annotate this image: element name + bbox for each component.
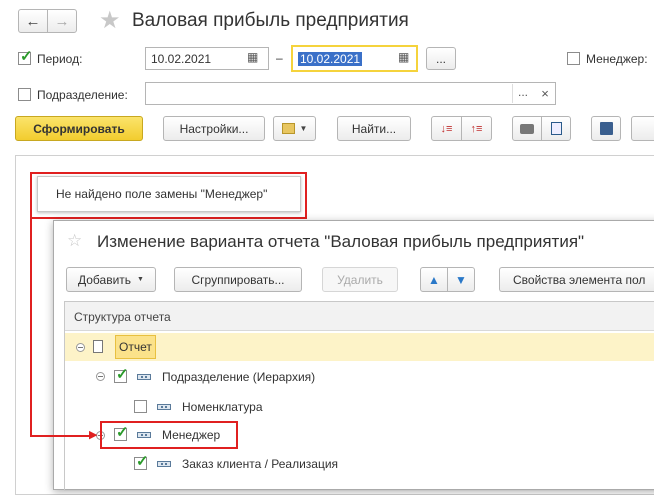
clear-icon[interactable]: ×: [536, 84, 554, 103]
back-button[interactable]: ←: [18, 9, 48, 33]
tree-item-label[interactable]: Заказ клиента / Реализация: [182, 457, 338, 471]
arrow-up-icon: ▲: [428, 272, 440, 287]
extra-button[interactable]: [631, 116, 654, 141]
delete-button[interactable]: Удалить: [322, 267, 398, 292]
arrow-down-icon: ▼: [455, 272, 467, 287]
settings-button[interactable]: Настройки...: [163, 116, 265, 141]
print-preview-button[interactable]: [541, 116, 571, 141]
manager-label: Менеджер:: [586, 52, 648, 66]
manager-checkbox[interactable]: [567, 52, 580, 65]
tree-item-text: Отчет: [119, 340, 152, 354]
printer-icon: [520, 123, 534, 134]
arrow-left-icon: ←: [25, 12, 41, 30]
annotation-line-horizontal: [30, 435, 94, 437]
folder-icon: [281, 123, 295, 134]
tree-item-label[interactable]: Отчет: [115, 335, 156, 359]
subdivision-checkbox[interactable]: [18, 88, 31, 101]
date-from-value: 10.02.2021: [151, 51, 212, 66]
checkmark-icon: ✓: [20, 48, 33, 65]
tree-item-checkbox[interactable]: ✓: [134, 453, 149, 470]
subdivision-select-button[interactable]: ...: [512, 84, 533, 103]
chevron-down-icon: ▼: [137, 276, 144, 283]
move-down-button[interactable]: ▼: [447, 267, 475, 292]
grouping-icon: [157, 404, 171, 410]
sort-asc-icon: ↓≡: [440, 122, 453, 135]
sort-ascending-button[interactable]: ↓≡: [431, 116, 462, 141]
date-to-value: 10.02.2021: [298, 51, 363, 66]
floppy-icon: [599, 122, 613, 135]
print-button[interactable]: [512, 116, 542, 141]
calendar-icon[interactable]: ▦: [247, 50, 258, 64]
tree-item-label[interactable]: Номенклатура: [182, 400, 263, 414]
sort-desc-icon: ↑≡: [470, 122, 483, 135]
date-dash: –: [276, 51, 283, 65]
calendar-icon[interactable]: ▦: [398, 50, 409, 64]
subdivision-input[interactable]: [145, 82, 556, 105]
grouping-icon: [137, 374, 151, 380]
checkmark-icon: ✓: [116, 366, 129, 383]
document-icon: [93, 340, 103, 353]
period-checkbox[interactable]: ✓: [18, 48, 33, 65]
save-button[interactable]: [591, 116, 621, 141]
favorite-star-icon[interactable]: ☆: [67, 231, 82, 251]
collapse-icon[interactable]: [96, 372, 105, 381]
period-select-button[interactable]: ...: [426, 47, 456, 70]
find-button[interactable]: Найти...: [337, 116, 411, 141]
subdivision-label: Подразделение:: [37, 88, 128, 102]
tree-item-checkbox[interactable]: ✓: [114, 366, 129, 383]
checkmark-icon: ✓: [136, 453, 149, 470]
collapse-icon[interactable]: [76, 343, 85, 352]
generate-button[interactable]: Сформировать: [15, 116, 143, 141]
element-properties-button[interactable]: Свойства элемента пол: [499, 267, 654, 292]
group-button[interactable]: Сгруппировать...: [174, 267, 302, 292]
chevron-down-icon: ▼: [299, 124, 308, 133]
tree-item-checkbox[interactable]: [134, 400, 147, 413]
variant-menu-button[interactable]: ▼: [273, 116, 316, 141]
period-label: Период:: [37, 52, 83, 66]
window-title: Валовая прибыль предприятия: [132, 10, 409, 31]
grouping-icon: [157, 461, 171, 467]
error-highlight-frame: [30, 172, 307, 219]
arrow-right-icon: →: [54, 12, 70, 30]
add-button[interactable]: Добавить ▼: [66, 267, 156, 292]
favorite-star-icon[interactable]: ★: [99, 6, 121, 35]
tree-header-label: Структура отчета: [74, 310, 171, 324]
preview-icon: [550, 122, 562, 135]
move-up-button[interactable]: ▲: [420, 267, 448, 292]
forward-button[interactable]: →: [47, 9, 77, 33]
arrow-head-icon: ▶: [89, 429, 98, 441]
manager-highlight-frame: [100, 421, 238, 449]
annotation-line-vertical: [30, 218, 32, 437]
tree-item-label[interactable]: Подразделение (Иерархия): [162, 370, 315, 384]
sort-descending-button[interactable]: ↑≡: [461, 116, 492, 141]
add-button-label: Добавить: [78, 272, 132, 287]
dialog-title: Изменение варианта отчета "Валовая прибы…: [97, 232, 585, 251]
